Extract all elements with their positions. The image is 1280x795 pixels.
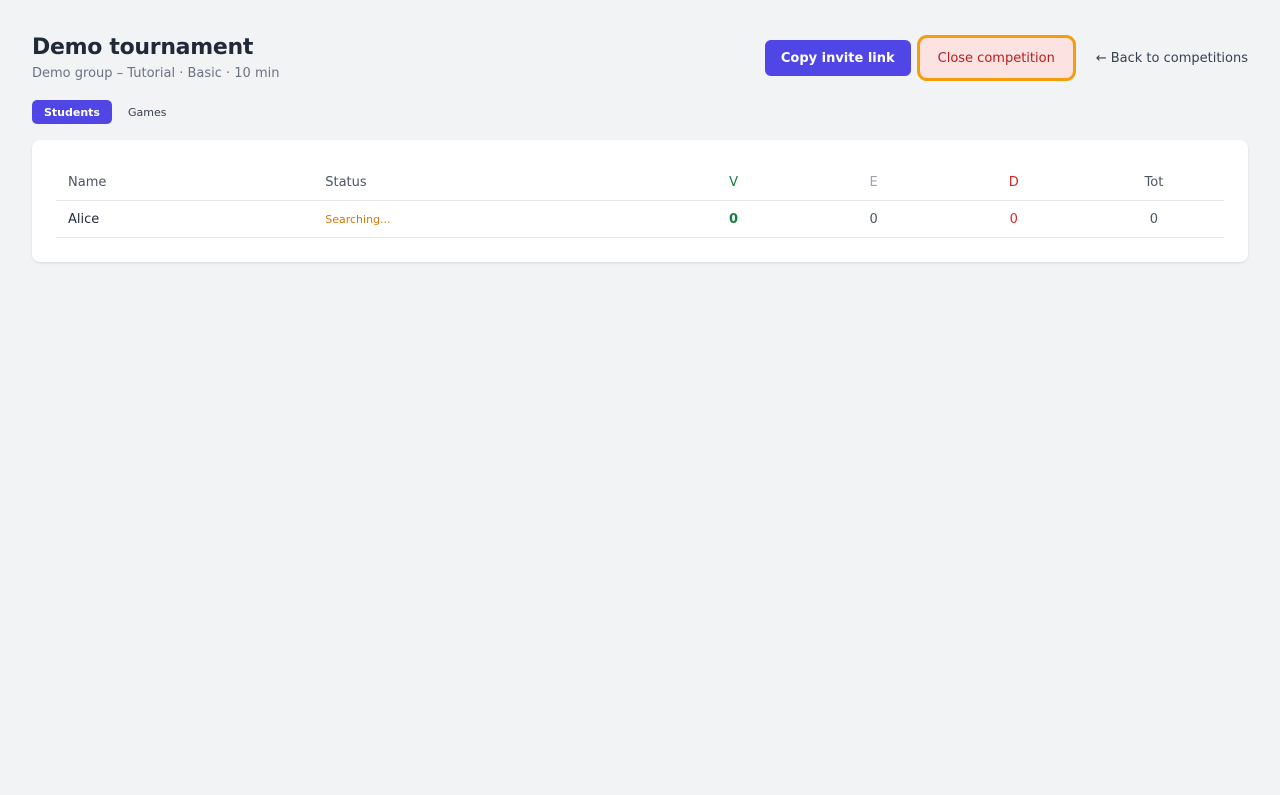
arrow-left-icon: ← [1095,50,1107,66]
students-table: Name Status V E D Tot Alice Searching...… [56,164,1224,238]
page-title: Demo tournament [32,35,254,60]
student-status: Searching... [313,200,664,238]
column-header-tot: Tot [1083,164,1224,201]
tab-students[interactable]: Students [32,100,112,124]
tab-games[interactable]: Games [116,100,178,124]
cell-e: 0 [803,200,944,238]
column-header-name: Name [56,164,314,201]
cell-tot: 0 [1083,200,1224,238]
column-header-status: Status [313,164,664,201]
column-header-d: D [943,164,1084,201]
column-header-v: V [663,164,804,201]
tab-bar: Students Games [32,100,178,124]
cell-v: 0 [663,200,804,238]
header-actions: Copy invite link Close competition ← Bac… [764,35,1248,81]
back-to-competitions-link[interactable]: ← Back to competitions [1082,40,1248,76]
table-row: Alice Searching... 0 0 0 0 [56,200,1224,238]
page-subtitle: Demo group – Tutorial · Basic · 10 min [32,66,280,81]
status-badge: Searching... [325,212,391,226]
page-header: Demo tournament Demo group – Tutorial · … [32,34,279,83]
back-to-competitions-label: Back to competitions [1110,50,1248,66]
close-competition-button[interactable]: Close competition [916,35,1076,81]
students-card: Name Status V E D Tot Alice Searching...… [32,140,1248,262]
table-header-row: Name Status V E D Tot [56,164,1224,201]
copy-invite-link-button[interactable]: Copy invite link [764,40,911,76]
cell-d: 0 [943,200,1084,238]
column-header-e: E [803,164,944,201]
student-name: Alice [56,200,314,238]
